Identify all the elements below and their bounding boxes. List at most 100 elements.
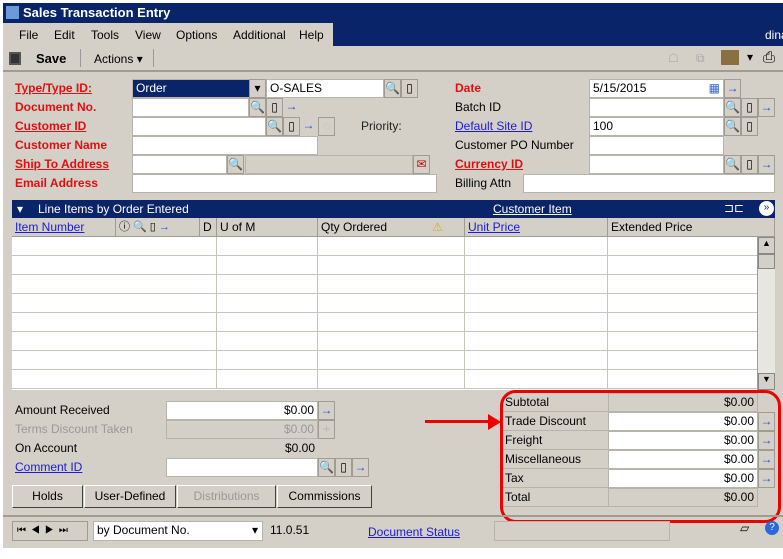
table-row[interactable] xyxy=(12,370,757,389)
customer-id-label[interactable]: Customer ID xyxy=(15,117,86,136)
ship-to-input[interactable] xyxy=(132,155,227,174)
new-icon[interactable]: ▯ xyxy=(401,79,418,98)
document-no-input[interactable] xyxy=(132,98,249,117)
customer-id-input[interactable] xyxy=(132,117,266,136)
arrow-right-icon[interactable]: → xyxy=(318,401,335,420)
note-icon[interactable]: ☖ xyxy=(668,51,679,65)
table-row[interactable] xyxy=(12,294,757,313)
commissions-button[interactable]: Commissions xyxy=(277,485,372,508)
user-defined-button[interactable]: User-Defined xyxy=(84,485,176,508)
type-select[interactable]: Order xyxy=(132,79,250,98)
dropdown-icon[interactable]: ▾ xyxy=(747,50,753,64)
menu-tools[interactable]: Tools xyxy=(91,28,119,42)
date-input[interactable]: 5/15/2015 ▦ xyxy=(589,79,724,98)
date-label: Date xyxy=(455,81,482,95)
table-row[interactable] xyxy=(12,237,757,256)
billing-attn-input[interactable] xyxy=(523,174,775,193)
chevron-down-icon[interactable]: ▾ xyxy=(249,79,266,98)
table-row[interactable] xyxy=(12,313,757,332)
distributions-button[interactable]: Distributions xyxy=(177,485,276,508)
type-label[interactable]: Type/Type ID: xyxy=(15,79,92,98)
lookup-icon[interactable]: 🔍 xyxy=(266,117,283,136)
line-items-header: ▾ Line Items by Order Entered Customer I… xyxy=(12,200,775,218)
save-button[interactable]: Save xyxy=(36,51,66,66)
document-status-link[interactable]: Document Status xyxy=(368,523,460,542)
expand-icon[interactable]: ▾ xyxy=(17,202,23,216)
table-row[interactable] xyxy=(12,332,757,351)
window-title: Sales Transaction Entry xyxy=(23,5,171,20)
new-icon[interactable]: ▯ xyxy=(335,458,352,477)
arrow-right-icon[interactable]: → xyxy=(300,117,317,136)
amount-received-input[interactable]: $0.00 xyxy=(166,401,318,420)
item-icons[interactable]: ⓘ 🔍 ▯ → xyxy=(116,218,200,237)
lookup-icon[interactable]: 🔍 xyxy=(318,458,335,477)
ship-to-label[interactable]: Ship To Address xyxy=(15,155,109,174)
menu-help[interactable]: Help xyxy=(299,28,324,42)
currency-id-input[interactable] xyxy=(589,155,724,174)
col-unit-price[interactable]: Unit Price xyxy=(465,218,608,237)
save-icon xyxy=(9,52,21,65)
lookup-icon[interactable]: 🔍 xyxy=(724,155,741,174)
help-icon[interactable]: ? xyxy=(765,521,779,535)
customer-name-input[interactable] xyxy=(132,136,318,155)
currency-id-label[interactable]: Currency ID xyxy=(455,155,523,174)
table-row[interactable] xyxy=(12,351,757,370)
warning-icon[interactable]: ⚠ xyxy=(432,218,443,237)
record-navigation[interactable]: ⏮◀▶⏭ xyxy=(12,521,88,541)
link-icon[interactable]: ⧉ xyxy=(696,51,705,66)
scrollbar[interactable]: ▲ ▼ xyxy=(757,237,775,390)
arrow-right-icon[interactable]: → xyxy=(283,98,300,117)
menu-additional[interactable]: Additional xyxy=(233,28,286,42)
calendar-icon[interactable]: ▦ xyxy=(709,80,720,97)
holds-button[interactable]: Holds xyxy=(12,485,83,508)
new-icon[interactable]: ▯ xyxy=(741,98,758,117)
menu-file[interactable]: File xyxy=(19,28,38,42)
customer-po-input[interactable] xyxy=(589,136,724,155)
comment-id-label[interactable]: Comment ID xyxy=(15,458,82,477)
customer-card-icon[interactable]: ◌ xyxy=(318,117,335,136)
menu-options[interactable]: Options xyxy=(176,28,217,42)
col-item-number[interactable]: Item Number xyxy=(12,218,116,237)
lookup-icon[interactable]: 🔍 xyxy=(249,98,266,117)
arrow-right-icon[interactable]: → xyxy=(724,79,741,98)
menu-edit[interactable]: Edit xyxy=(54,28,75,42)
batch-id-label: Batch ID xyxy=(455,100,502,114)
on-account-label: On Account xyxy=(15,441,78,455)
lookup-icon[interactable]: 🔍 xyxy=(724,98,741,117)
arrow-right-icon[interactable]: → xyxy=(352,458,369,477)
lookup-icon[interactable]: 🔍 xyxy=(384,79,401,98)
new-icon[interactable]: ▯ xyxy=(741,155,758,174)
amount-received-label: Amount Received xyxy=(15,403,110,417)
table-row[interactable] xyxy=(12,256,757,275)
comment-id-input[interactable] xyxy=(166,458,318,477)
lookup-icon[interactable]: 🔍 xyxy=(227,155,244,174)
expand-rows-icon[interactable]: » xyxy=(759,201,774,216)
terms-discount-field: $0.00 xyxy=(166,420,318,439)
actions-button[interactable]: Actions ▾ xyxy=(94,52,143,66)
new-icon[interactable]: ▯ xyxy=(266,98,283,117)
line-items-grid[interactable] xyxy=(12,237,757,390)
col-d: D xyxy=(200,218,217,237)
customer-item-link[interactable]: Customer Item xyxy=(493,202,572,216)
print-icon[interactable]: ⎙ xyxy=(763,49,775,66)
sort-select[interactable]: by Document No. ▾ xyxy=(93,521,263,541)
new-icon[interactable]: ▯ xyxy=(283,117,300,136)
grid-options-icon[interactable]: ⊐⊏ xyxy=(724,201,744,215)
on-account-value: $0.00 xyxy=(284,441,315,455)
new-icon[interactable]: ▯ xyxy=(741,117,758,136)
email-input[interactable] xyxy=(132,174,437,193)
menu-view[interactable]: View xyxy=(135,28,161,42)
batch-id-input[interactable] xyxy=(589,98,724,117)
address-edit-icon[interactable]: ✉ xyxy=(413,155,430,174)
lookup-icon[interactable]: 🔍 xyxy=(724,117,741,136)
table-row[interactable] xyxy=(12,275,757,294)
note-icon[interactable]: ▱ xyxy=(740,521,749,535)
arrow-right-icon[interactable]: → xyxy=(758,155,775,174)
col-u-of-m: U of M xyxy=(217,218,318,237)
default-site-input[interactable]: 100 xyxy=(589,117,724,136)
type-id-input[interactable]: O-SALES xyxy=(266,79,384,98)
default-site-label[interactable]: Default Site ID xyxy=(455,117,532,136)
report-icon[interactable] xyxy=(721,50,739,65)
app-icon xyxy=(6,6,19,19)
arrow-right-icon[interactable]: → xyxy=(758,98,775,117)
